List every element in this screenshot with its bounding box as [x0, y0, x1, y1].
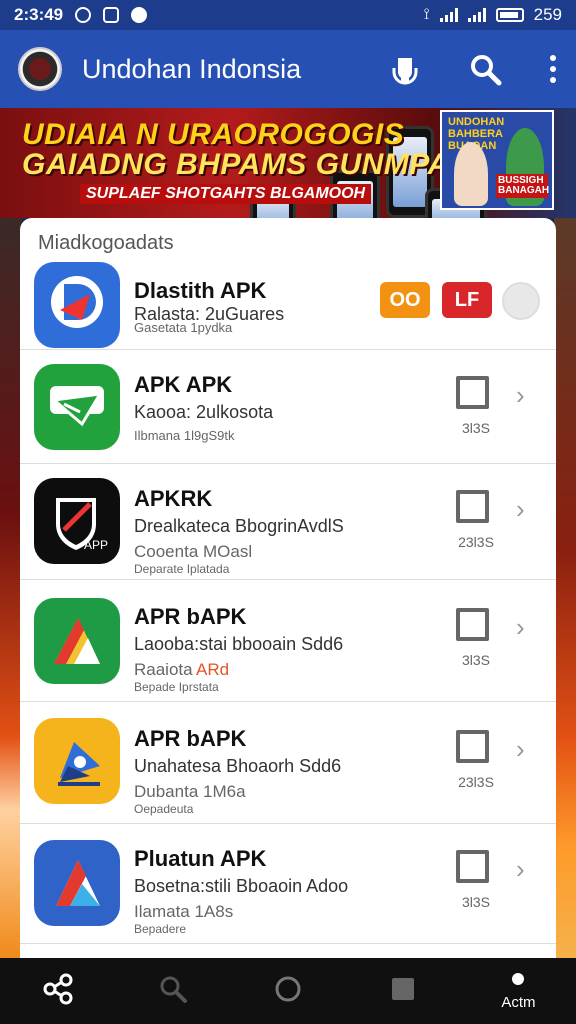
app-meta-secondary: Oepadeuta	[134, 802, 194, 816]
banner-headline-1: UDIAIA N URAOROGOGIS	[22, 118, 405, 151]
more-vert-icon[interactable]	[548, 54, 558, 84]
app-icon	[34, 364, 120, 450]
app-meta: Ilamata 1A8s	[134, 902, 234, 921]
recents-square-icon	[390, 976, 416, 1007]
chevron-right-icon[interactable]: ›	[516, 854, 525, 885]
bottom-nav-bar: Actm	[0, 958, 576, 1024]
nav-search[interactable]	[115, 958, 230, 1024]
app-meta-accent: ARd	[196, 660, 230, 679]
list-item[interactable]: APK APK Kaooa: 2ulkosota Ilbmana 1l9gS9t…	[20, 350, 556, 464]
app-bar: Undohan Indonsia	[0, 30, 576, 108]
chevron-right-icon[interactable]: ›	[516, 494, 525, 525]
select-checkbox[interactable]	[456, 730, 489, 763]
nav-action-label: Actm	[501, 994, 536, 1011]
list-item[interactable]: APR bAPK Laooba:stai bbooain Sdd6 Raaiot…	[20, 580, 556, 702]
chevron-right-icon[interactable]: ›	[516, 734, 525, 765]
search-icon[interactable]	[468, 52, 502, 86]
app-subtitle: Kaooa: 2ulkosota	[134, 402, 274, 422]
search-icon	[158, 974, 188, 1009]
app-name: APKRK	[134, 486, 213, 511]
person-illustration	[454, 142, 488, 206]
app-icon	[34, 262, 120, 348]
app-meta-secondary: Bepade Iprstata	[134, 680, 219, 694]
status-bar: 2:3:49 ⟟ 259	[0, 0, 576, 30]
app-icon	[34, 840, 120, 926]
banner-poster: UNDOHAN BAHBERA BUAOAN BUSSIGH BANAGAH	[440, 110, 554, 210]
app-size: 3l3S	[461, 894, 491, 910]
nav-home[interactable]	[230, 958, 345, 1024]
app-name: Pluatun APK	[134, 846, 267, 871]
app-icon: APP	[34, 478, 120, 564]
dot-icon	[510, 971, 526, 992]
app-size: 23l3S	[458, 774, 494, 790]
app-icon-label: APP	[84, 538, 109, 552]
app-logo[interactable]	[18, 47, 62, 91]
app-subtitle: Laooba:stai bbooain Sdd6	[134, 634, 344, 654]
app-meta-secondary: Bepadere	[134, 922, 187, 936]
badge-orange[interactable]: OO	[380, 282, 430, 318]
background-decoration	[0, 218, 22, 958]
list-item[interactable]: Dlastith APK Ralasta: 2uGuares Gasetata …	[20, 262, 556, 350]
app-subtitle: Unahatesa Bhoaorh Sdd6	[134, 756, 342, 776]
app-size: 23l3S	[458, 534, 494, 550]
app-list-card: Miadkogoadats Dlastith APK Ralasta: 2uGu…	[20, 218, 556, 958]
app-icon	[34, 598, 120, 684]
list-item[interactable]: APP APKRK Drealkateca BbogrinAvdlS Cooen…	[20, 464, 556, 580]
mic-icon[interactable]	[388, 52, 422, 86]
banner-headline-2: GAIADNG BHPAMS GUNMPAR	[22, 148, 472, 181]
share-icon	[42, 973, 74, 1010]
app-subtitle: Bosetna:stili Bboaoin Adoo	[134, 876, 349, 896]
nav-action[interactable]: Actm	[461, 958, 576, 1024]
signal-icon	[439, 8, 458, 22]
app-title: Undohan Indonsia	[82, 53, 302, 84]
list-item[interactable]: APR bAPK Unahatesa Bhoaorh Sdd6 Dubanta …	[20, 702, 556, 824]
home-circle-icon	[273, 974, 303, 1009]
vibrate-icon: ⟟	[423, 6, 430, 23]
app-name: APK APK	[134, 372, 233, 397]
app-size: 3l3S	[461, 420, 491, 436]
chevron-right-icon[interactable]: ›	[516, 380, 525, 411]
chevron-right-icon[interactable]: ›	[516, 612, 525, 643]
settings-icon	[75, 7, 92, 23]
app-meta: Raaiota	[134, 660, 193, 679]
poster-sticker: BUSSIGH BANAGAH	[496, 174, 550, 198]
circle-icon	[131, 7, 148, 23]
app-name: APR bAPK	[134, 604, 247, 629]
battery-text: 259	[533, 5, 562, 24]
background-decoration	[554, 218, 576, 958]
status-time: 2:3:49	[14, 5, 64, 24]
app-meta: Cooenta MOasl	[134, 542, 253, 561]
signal-icon	[467, 8, 486, 22]
select-checkbox[interactable]	[456, 850, 489, 883]
app-name: Dlastith APK	[134, 278, 267, 303]
promo-banner[interactable]: UDIAIA N URAOROGOGIS GAIADNG BHPAMS GUNM…	[0, 108, 576, 218]
badge-red[interactable]: LF	[442, 282, 492, 318]
app-subtitle: Drealkateca BbogrinAvdlS	[134, 516, 344, 536]
app-name: APR bAPK	[134, 726, 247, 751]
nav-share[interactable]	[0, 958, 115, 1024]
status-circle[interactable]	[502, 282, 540, 320]
list-item[interactable]: Pluatun APK Bosetna:stili Bboaoin Adoo I…	[20, 824, 556, 944]
app-meta: Ilbmana 1l9gS9tk	[134, 428, 235, 443]
banner-subline: SUPLAEF SHOTGAHTS BLGAMOOH	[80, 184, 372, 204]
app-icon	[34, 718, 120, 804]
app-meta: Dubanta 1M6a	[134, 782, 246, 801]
select-checkbox[interactable]	[456, 490, 489, 523]
message-icon	[103, 7, 120, 23]
app-meta: Gasetata 1pydka	[134, 320, 233, 335]
select-checkbox[interactable]	[456, 376, 489, 409]
battery-icon	[495, 8, 524, 22]
select-checkbox[interactable]	[456, 608, 489, 641]
app-size: 3l3S	[461, 652, 491, 668]
app-meta-secondary: Deparate Iplatada	[134, 562, 230, 576]
nav-recents[interactable]	[346, 958, 461, 1024]
